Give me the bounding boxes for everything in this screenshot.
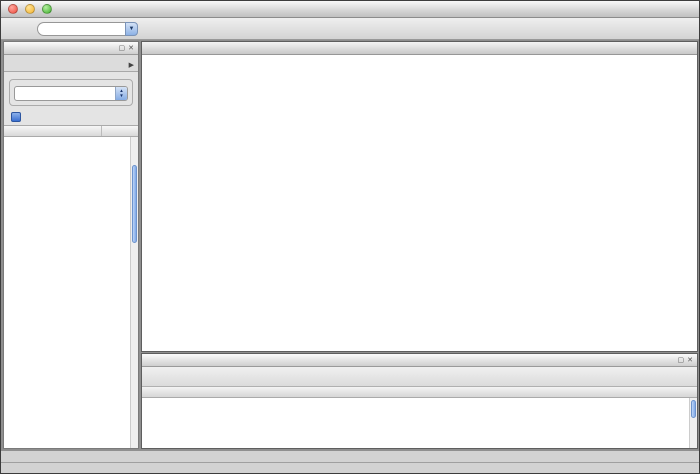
dropdown-arrows-icon: ▲▼	[115, 87, 127, 100]
data-panel: ▢ ✕	[141, 353, 698, 449]
main-toolbar: ▼	[1, 18, 699, 40]
float-panel-icon[interactable]: ▢	[119, 45, 126, 52]
node-color-dropdown[interactable]: ▲▼	[14, 86, 128, 101]
minimize-button[interactable]	[25, 4, 35, 14]
cytoscape-window: ▼ ▢ ✕ ▶ ▲▼	[0, 0, 700, 474]
window-controls	[8, 4, 52, 14]
column-header-network[interactable]	[4, 126, 102, 136]
select-nodes-row	[4, 108, 138, 125]
status-bar	[1, 462, 699, 473]
control-panel: ▢ ✕ ▶ ▲▼	[3, 41, 139, 449]
zoom-button[interactable]	[42, 4, 52, 14]
tree-scrollbar-thumb[interactable]	[132, 165, 137, 243]
tree-scrollbar[interactable]	[130, 137, 138, 448]
table-scrollbar-thumb[interactable]	[691, 400, 696, 418]
attribute-table	[142, 387, 697, 448]
title-bar	[1, 1, 699, 18]
table-scrollbar[interactable]	[689, 398, 697, 448]
network-view-window	[141, 41, 698, 352]
data-panel-toolbar	[142, 367, 697, 387]
tree-column-headers	[4, 125, 138, 137]
network-tree	[4, 137, 138, 448]
attribute-table-header	[142, 387, 697, 398]
search-dropdown-icon[interactable]: ▼	[125, 22, 138, 36]
network-view-title	[142, 42, 697, 55]
search-input[interactable]	[37, 22, 125, 36]
float-panel-icon[interactable]: ▢	[678, 357, 685, 364]
network-canvas[interactable]	[142, 55, 697, 351]
control-panel-tabs: ▶	[4, 55, 138, 72]
close-button[interactable]	[8, 4, 18, 14]
select-nodes-checkbox[interactable]	[11, 112, 21, 122]
node-color-selection-group: ▲▼	[9, 79, 133, 106]
tab-overflow-icon[interactable]: ▶	[129, 61, 136, 71]
close-panel-icon[interactable]: ✕	[687, 357, 693, 364]
close-panel-icon[interactable]: ✕	[128, 45, 134, 52]
desktop-area: ▢ ✕ ▶ ▲▼	[1, 40, 699, 451]
data-panel-header: ▢ ✕	[142, 354, 697, 367]
search-box: ▼	[33, 22, 138, 36]
control-panel-header: ▢ ✕	[4, 42, 138, 55]
